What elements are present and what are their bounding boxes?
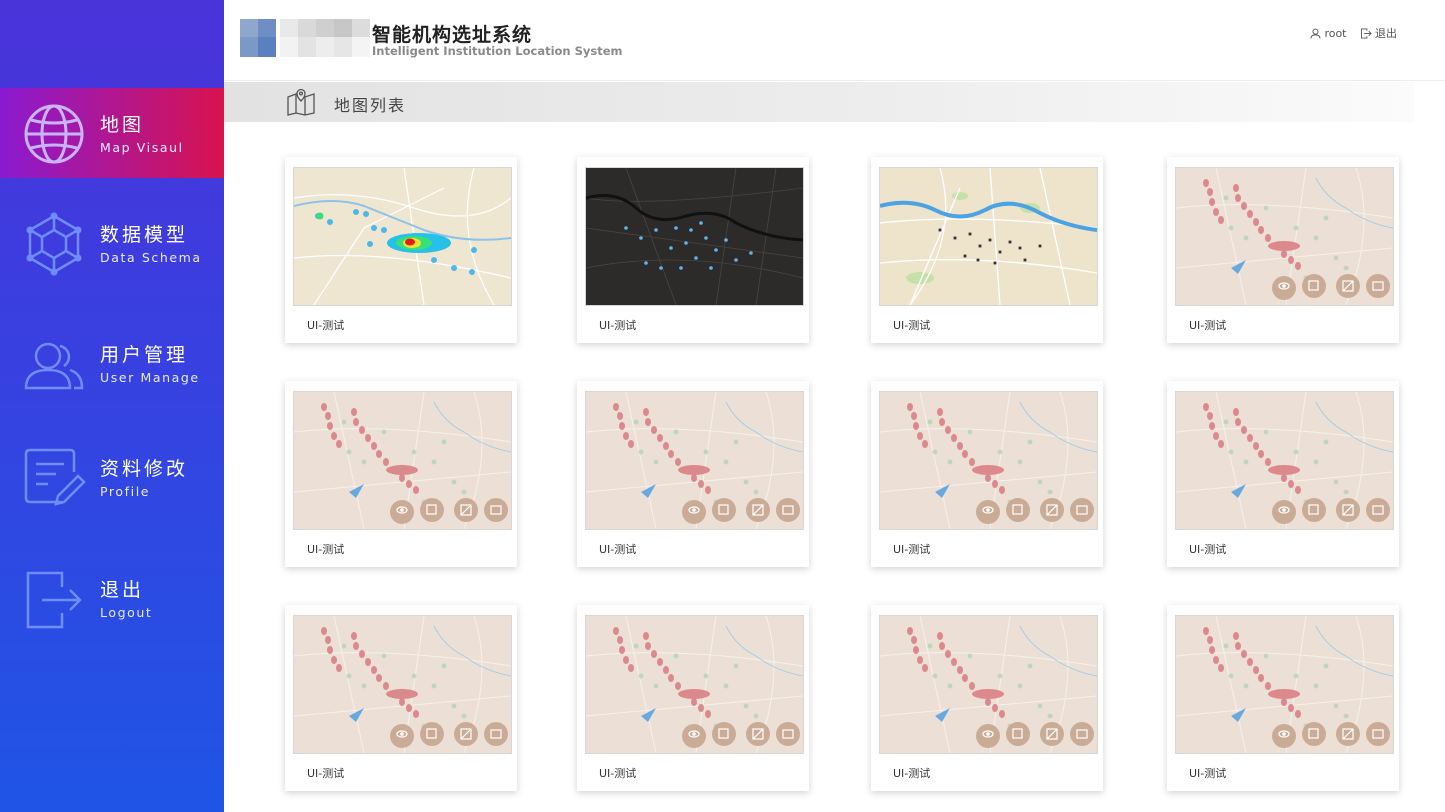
map-card-label: UI-测试 (599, 767, 637, 780)
map-card-label: UI-测试 (893, 767, 931, 780)
map-card-label: UI-测试 (1189, 543, 1227, 556)
logout-label: 退出 (1375, 27, 1397, 40)
map-thumbnail (293, 391, 512, 530)
nav-label-cn: 退出 (100, 579, 145, 601)
map-list: UI-测试 UI-测试 UI-测试 UI-测试 UI-测试 UI-测试 UI-测… (224, 122, 1445, 812)
map-thumbnail (1175, 615, 1394, 754)
nav-label-en: Map Visaul (100, 140, 184, 155)
map-thumbnail (1175, 391, 1394, 530)
map-card[interactable]: UI-测试 (1167, 605, 1399, 791)
nav-label-cn: 地图 (100, 114, 145, 136)
map-card-label: UI-测试 (893, 319, 931, 332)
nav-item-user-manage[interactable]: 用户管理 User Manage (0, 318, 224, 408)
map-thumbnail (879, 167, 1098, 306)
user-icon (1310, 28, 1321, 39)
map-card[interactable]: UI-测试 (871, 157, 1103, 343)
map-card-label: UI-测试 (1189, 319, 1227, 332)
logout-icon (26, 571, 82, 629)
exit-icon (1360, 27, 1372, 39)
user-area: root 退出 (1300, 25, 1397, 42)
map-thumbnail (585, 615, 804, 754)
map-card[interactable]: UI-测试 (285, 381, 517, 567)
map-thumbnail (293, 167, 512, 306)
sidebar: 地图 Map Visaul 数据模型 Data Schema 用户管理 User… (0, 0, 224, 812)
header-logout-button[interactable]: 退出 (1360, 25, 1397, 41)
nav-label-en: User Manage (100, 370, 200, 385)
map-card-label: UI-测试 (1189, 767, 1227, 780)
nav-label-en: Profile (100, 484, 151, 499)
nav-label-cn: 用户管理 (100, 344, 189, 366)
nav-item-logout[interactable]: 退出 Logout (0, 553, 224, 643)
map-card[interactable]: UI-测试 (871, 605, 1103, 791)
nav-label-cn: 数据模型 (100, 224, 189, 246)
logo (240, 19, 372, 57)
map-card-label: UI-测试 (307, 767, 345, 780)
edit-icon (24, 448, 86, 506)
map-thumbnail (293, 615, 512, 754)
map-card-label: UI-测试 (599, 543, 637, 556)
map-card-label: UI-测试 (307, 543, 345, 556)
section-title: 地图列表 (334, 96, 407, 115)
map-card-label: UI-测试 (599, 319, 637, 332)
nav-item-profile[interactable]: 资料修改 Profile (0, 432, 224, 522)
app-subtitle: Intelligent Institution Location System (372, 44, 623, 58)
nav-label-en: Logout (100, 605, 153, 620)
map-card[interactable]: UI-测试 (577, 157, 809, 343)
username: root (1324, 26, 1347, 40)
map-card[interactable]: UI-测试 (285, 157, 517, 343)
map-card-label: UI-测试 (307, 319, 345, 332)
app-title: 智能机构选址系统 (372, 24, 533, 46)
globe-icon (24, 104, 84, 164)
map-thumbnail (879, 615, 1098, 754)
users-icon (24, 342, 84, 390)
map-thumbnail (585, 167, 804, 306)
network-icon (26, 212, 82, 276)
map-thumbnail (879, 391, 1098, 530)
user-menu[interactable]: root (1310, 26, 1347, 40)
map-icon (287, 88, 315, 116)
map-card[interactable]: UI-测试 (1167, 381, 1399, 567)
map-card[interactable]: UI-测试 (1167, 157, 1399, 343)
map-thumbnail (585, 391, 804, 530)
nav-item-map[interactable]: 地图 Map Visaul (0, 88, 224, 178)
map-card[interactable]: UI-测试 (577, 605, 809, 791)
header: 智能机构选址系统 Intelligent Institution Locatio… (224, 0, 1445, 81)
map-card[interactable]: UI-测试 (577, 381, 809, 567)
map-card[interactable]: UI-测试 (871, 381, 1103, 567)
nav-item-data-schema[interactable]: 数据模型 Data Schema (0, 198, 224, 288)
nav-label-cn: 资料修改 (100, 458, 189, 480)
section-bar: 地图列表 (224, 82, 1414, 122)
nav-label-en: Data Schema (100, 250, 202, 265)
map-card-label: UI-测试 (893, 543, 931, 556)
map-card[interactable]: UI-测试 (285, 605, 517, 791)
map-thumbnail (1175, 167, 1394, 306)
